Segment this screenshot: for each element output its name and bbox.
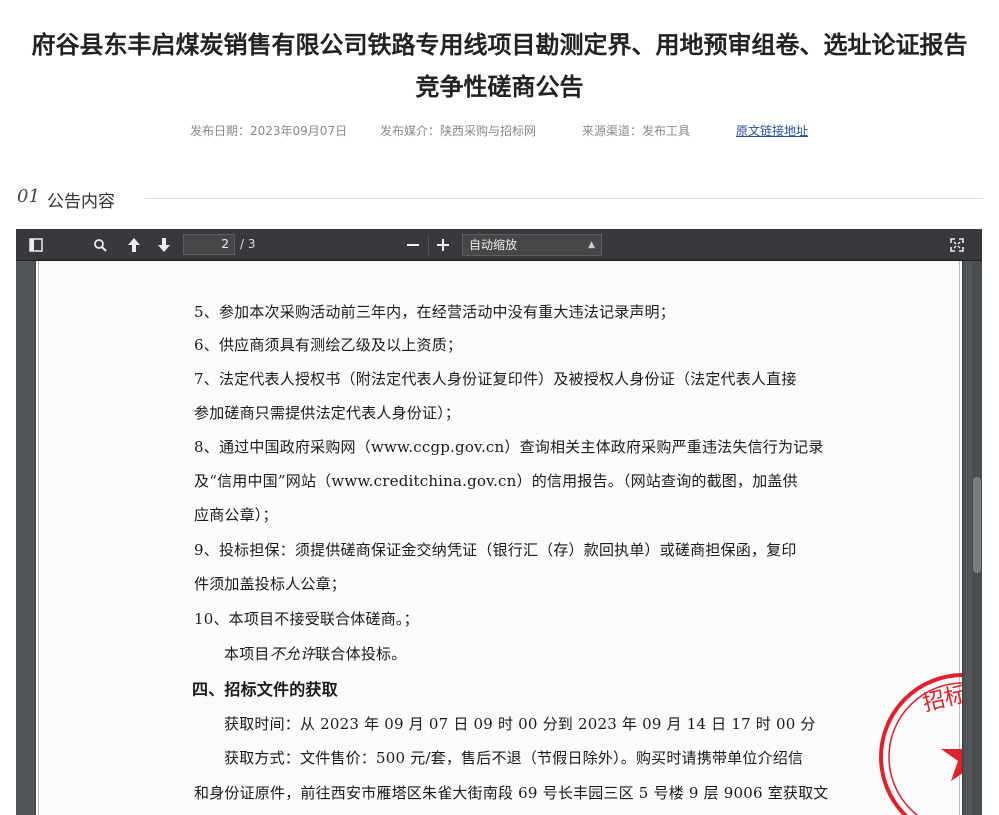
vertical-scrollbar[interactable]	[972, 261, 982, 815]
doc-line: 获取时间：从 2023 年 09 月 07 日 09 时 00 分到 2023 …	[224, 715, 816, 733]
source-link[interactable]: 原文链接地址	[736, 122, 808, 139]
publish-date: 发布日期：2023年09月07日	[190, 124, 348, 138]
doc-line: 5、参加本次采购活动前三年内，在经营活动中没有重大违法记录声明；	[194, 303, 675, 321]
doc-text: 联合体投标。	[315, 645, 407, 663]
doc-line: 和身份证原件，前往西安市雁塔区朱雀大街南段 69 号长丰园三区 5 号楼 9 层…	[194, 784, 829, 802]
toolbar-separator	[428, 235, 429, 255]
zoom-select[interactable]: 自动缩放 ▲︎	[462, 234, 602, 256]
section-label: 公告内容	[47, 192, 115, 212]
zoom-in-icon[interactable]	[432, 234, 454, 256]
pdf-toolbar: 2 / 3 自动缩放 ▲︎	[16, 229, 982, 261]
doc-line: 9、投标担保：须提供磋商保证金交纳凭证（银行汇（存）款回执单）或磋商担保函，复印	[194, 541, 797, 559]
section-divider	[145, 198, 983, 199]
doc-text: 本项目	[224, 645, 270, 663]
zoom-select-label: 自动缩放	[469, 238, 518, 252]
chevron-updown-icon: ▲︎	[588, 240, 595, 250]
arrow-down-icon[interactable]	[153, 234, 175, 256]
doc-text-italic: 不允许	[269, 645, 316, 663]
doc-heading: 四、招标文件的获取	[192, 680, 338, 699]
official-stamp: 招标有	[879, 673, 962, 815]
doc-line: 7、法定代表人授权书（附法定代表人身份证复印件）及被授权人身份证（法定代表人直接	[194, 370, 797, 388]
doc-line: 及“信用中国”网站（www.creditchina.gov.cn）的信用报告。（…	[194, 472, 798, 490]
zoom-out-icon[interactable]	[402, 234, 424, 256]
arrow-up-icon[interactable]	[123, 234, 145, 256]
doc-line: 获取方式：文件售价：500 元/套，售后不退（节假日除外）。购买时请携带单位介绍…	[224, 749, 804, 767]
page-title-line-2: 竞争性磋商公告	[415, 73, 584, 101]
page-title-line-1: 府谷县东丰启煤炭销售有限公司铁路专用线项目勘测定界、用地预审组卷、选址论证报告	[31, 31, 968, 59]
document-page: 5、参加本次采购活动前三年内，在经营活动中没有重大违法记录声明； 6、供应商须具…	[36, 261, 962, 815]
section-number: 01	[17, 186, 40, 207]
page-edge-left	[38, 261, 39, 815]
publish-media: 发布媒介：陕西采购与招标网	[380, 124, 537, 138]
doc-line: 10、本项目不接受联合体磋商。；	[194, 610, 419, 628]
doc-line: 本项目不允许联合体投标。	[224, 643, 406, 664]
page-total: / 3	[240, 237, 256, 251]
fullscreen-icon[interactable]	[946, 234, 968, 256]
doc-line: 件须加盖投标人公章；	[194, 575, 347, 593]
sidebar-toggle-icon[interactable]	[25, 234, 47, 256]
pdf-viewer: 2 / 3 自动缩放 ▲︎ 5、参加本次采购活动前三年内，在经营活动中没有重大违…	[16, 229, 982, 815]
doc-line: 参加磋商只需提供法定代表人身份证）；	[194, 404, 461, 422]
page-title: 府谷县东丰启煤炭销售有限公司铁路专用线项目勘测定界、用地预审组卷、选址论证报告 …	[0, 24, 999, 108]
page-number-input[interactable]: 2	[183, 234, 235, 255]
section-header: 01 公告内容	[17, 186, 983, 212]
doc-line: 应商公章）；	[194, 506, 278, 524]
scrollbar-thumb[interactable]	[973, 477, 981, 573]
doc-line: 6、供应商须具有测绘乙级及以上资质；	[194, 336, 463, 354]
doc-line: 8、通过中国政府采购网（www.ccgp.gov.cn）查询相关主体政府采购严重…	[194, 438, 824, 456]
source-channel: 来源渠道：发布工具	[582, 124, 691, 138]
search-icon[interactable]	[89, 234, 111, 256]
